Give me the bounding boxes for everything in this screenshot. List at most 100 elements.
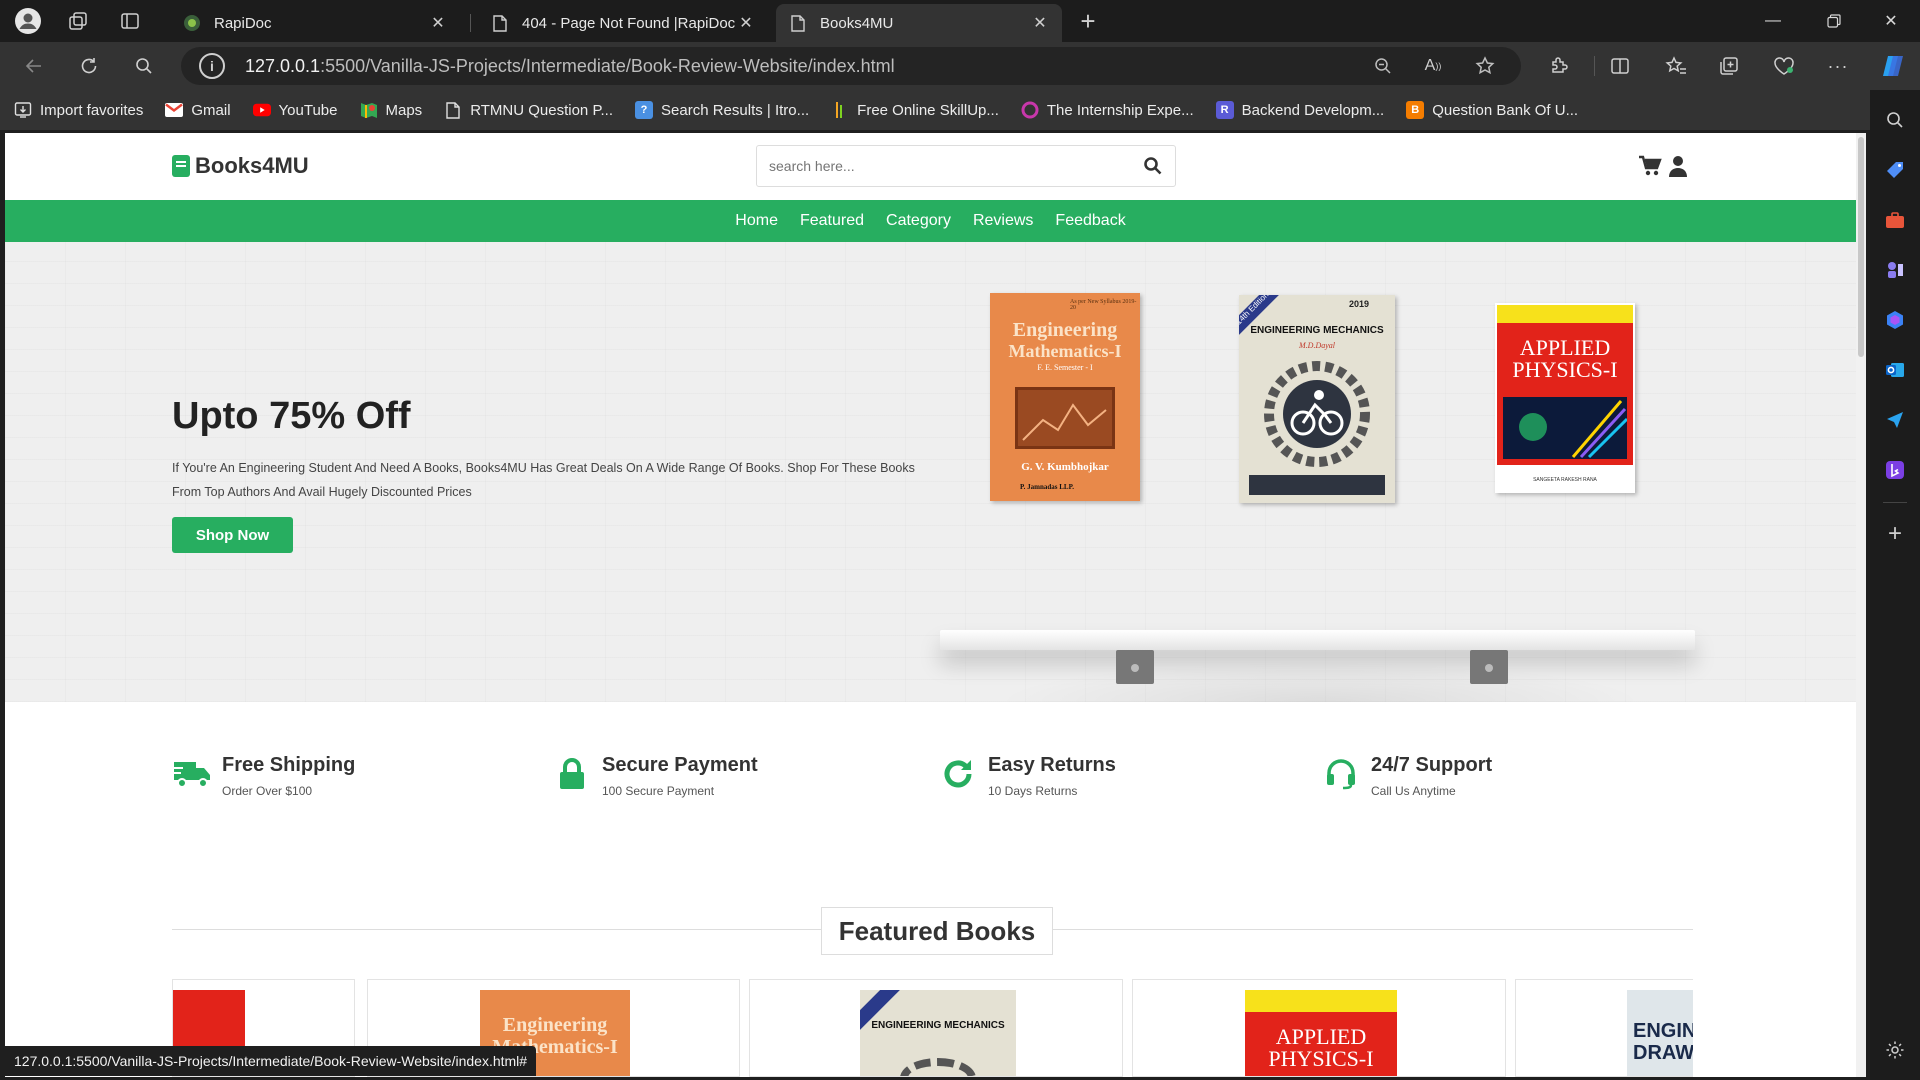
featured-title: Featured Books: [821, 907, 1053, 955]
copilot-icon[interactable]: [1877, 50, 1909, 82]
site-search-input[interactable]: [757, 146, 1131, 186]
outlook-icon[interactable]: [1879, 354, 1911, 386]
extensions-icon[interactable]: [1543, 50, 1575, 82]
workspaces-icon[interactable]: [62, 5, 94, 37]
browser-essentials-icon[interactable]: [1768, 50, 1800, 82]
gmail-icon: [165, 101, 184, 119]
gear-cyclist-illustration: [1264, 361, 1370, 467]
tab-title: 404 - Page Not Found |RapiDoc: [522, 14, 736, 32]
search-form: [756, 145, 1176, 187]
headset-icon: [1321, 754, 1361, 794]
nav-category[interactable]: Category: [886, 212, 951, 230]
favorite-search-results[interactable]: ? Search Results | Itro...: [635, 101, 809, 119]
youtube-icon: [252, 101, 271, 119]
tools-briefcase-icon[interactable]: [1879, 204, 1911, 236]
tab-rapidoc[interactable]: RapiDoc ✕: [170, 4, 460, 42]
tab-books4mu[interactable]: Books4MU ✕: [776, 4, 1062, 42]
features-section: Free Shipping Order Over $100 Secure Pay…: [5, 702, 1856, 872]
refresh-icon[interactable]: [73, 50, 105, 82]
feature-easy-returns: Easy Returns 10 Days Returns: [938, 754, 1116, 798]
browser-window: RapiDoc ✕ 404 - Page Not Found |RapiDoc …: [0, 0, 1920, 1080]
browser-toolbar: i 127.0.0.1:5500/Vanilla-JS-Projects/Int…: [0, 42, 1920, 90]
bing-b-icon[interactable]: [1879, 454, 1911, 486]
send-icon[interactable]: [1879, 404, 1911, 436]
copilot-sidebar-icon[interactable]: [1879, 304, 1911, 336]
shop-now-button[interactable]: Shop Now: [172, 517, 293, 553]
favorite-question-bank[interactable]: B Question Bank Of U...: [1406, 101, 1578, 119]
search-icon[interactable]: [128, 50, 160, 82]
hero-description: If You're An Engineering Student And Nee…: [172, 461, 915, 499]
hero-book-applied-physics[interactable]: APPLIED PHYSICS-I SANGEETA RAKESH RANA: [1495, 303, 1635, 493]
favorite-gmail[interactable]: Gmail: [165, 101, 231, 119]
close-tab-icon[interactable]: ✕: [736, 13, 756, 33]
internship-icon: [1021, 101, 1039, 119]
favorite-skillup[interactable]: Free Online SkillUp...: [831, 101, 999, 119]
search-icon[interactable]: [1131, 156, 1175, 176]
user-icon[interactable]: [1665, 153, 1691, 179]
favorite-rtmnu[interactable]: RTMNU Question P...: [444, 101, 613, 119]
zoom-out-icon[interactable]: [1367, 50, 1399, 82]
minimize-icon[interactable]: —: [1744, 0, 1802, 42]
sidebar-divider: [1883, 502, 1907, 503]
feature-free-shipping: Free Shipping Order Over $100: [172, 754, 355, 798]
favorites-icon[interactable]: [1660, 50, 1692, 82]
toolbar-divider: [1594, 56, 1595, 76]
profile-icon[interactable]: [12, 5, 44, 37]
favorite-import[interactable]: Import favorites: [14, 101, 143, 119]
nav-home[interactable]: Home: [735, 212, 778, 230]
scrollbar-thumb[interactable]: [1858, 137, 1864, 357]
favorites-bar: Import favorites Gmail YouTube Maps RTMN…: [0, 90, 1870, 130]
blogger-icon: B: [1406, 101, 1425, 119]
book-shelf: [940, 630, 1695, 650]
more-options-icon[interactable]: ···: [1822, 50, 1854, 82]
hero-book-engineering-mechanics[interactable]: 14th Edition 2019 ENGINEERING MECHANICS …: [1239, 295, 1395, 503]
collections-icon[interactable]: [1713, 50, 1745, 82]
gear-illustration: [900, 1058, 976, 1076]
tab-404[interactable]: 404 - Page Not Found |RapiDoc ✕: [478, 4, 768, 42]
feature-support: 24/7 Support Call Us Anytime: [1321, 754, 1492, 798]
site-info-icon[interactable]: i: [199, 53, 225, 79]
featured-book-card[interactable]: ENGINE DRAWI: [1515, 979, 1693, 1077]
read-aloud-icon[interactable]: A)): [1417, 50, 1449, 82]
new-tab-icon[interactable]: +: [1072, 5, 1104, 37]
book-cover: ENGINEERING MECHANICS: [860, 990, 1016, 1076]
nav-feedback[interactable]: Feedback: [1055, 212, 1125, 230]
cart-icon[interactable]: [1637, 153, 1663, 179]
shelf-bracket: [1116, 650, 1154, 684]
hero-title: Upto 75% Off: [172, 395, 411, 437]
favorite-youtube[interactable]: YouTube: [252, 101, 338, 119]
favorite-star-icon[interactable]: [1469, 50, 1501, 82]
favorite-maps[interactable]: Maps: [360, 101, 422, 119]
url-text[interactable]: 127.0.0.1:5500/Vanilla-JS-Projects/Inter…: [245, 56, 895, 77]
tab-actions-icon[interactable]: [114, 5, 146, 37]
page-icon: [444, 101, 462, 119]
page-scrollbar[interactable]: [1856, 133, 1866, 1077]
cover-yellow-band: [1497, 305, 1633, 323]
site-header: Books4MU: [5, 133, 1856, 200]
address-bar[interactable]: i 127.0.0.1:5500/Vanilla-JS-Projects/Int…: [181, 47, 1521, 85]
add-sidebar-app-icon[interactable]: +: [1879, 518, 1911, 550]
close-tab-icon[interactable]: ✕: [428, 13, 448, 33]
favorite-internship[interactable]: The Internship Expe...: [1021, 101, 1194, 119]
sidebar-search-icon[interactable]: [1879, 104, 1911, 136]
restore-icon[interactable]: [1805, 0, 1863, 42]
close-tab-icon[interactable]: ✕: [1030, 13, 1050, 33]
nav-featured[interactable]: Featured: [800, 212, 864, 230]
favorite-backend[interactable]: R Backend Developm...: [1215, 101, 1384, 119]
nav-reviews[interactable]: Reviews: [973, 212, 1033, 230]
split-screen-icon[interactable]: [1604, 50, 1636, 82]
site-logo[interactable]: Books4MU: [172, 153, 309, 179]
close-window-icon[interactable]: ✕: [1862, 0, 1920, 42]
hero-book-engineering-mathematics[interactable]: As per New Syllabus 2019-20 Engineering …: [990, 293, 1140, 501]
page-favicon-icon: [788, 13, 808, 33]
tab-title: Books4MU: [820, 14, 894, 32]
edge-sidebar: +: [1870, 90, 1920, 1080]
search-results-icon: ?: [635, 101, 654, 119]
featured-book-card[interactable]: APPLIED PHYSICS-I: [1132, 979, 1506, 1077]
games-icon[interactable]: [1879, 254, 1911, 286]
sidebar-settings-gear-icon[interactable]: [1879, 1034, 1911, 1066]
main-navbar: Home Featured Category Reviews Feedback: [5, 200, 1856, 242]
featured-book-card[interactable]: ENGINEERING MECHANICS: [749, 979, 1123, 1077]
shopping-tag-icon[interactable]: [1879, 154, 1911, 186]
back-icon[interactable]: [18, 50, 50, 82]
